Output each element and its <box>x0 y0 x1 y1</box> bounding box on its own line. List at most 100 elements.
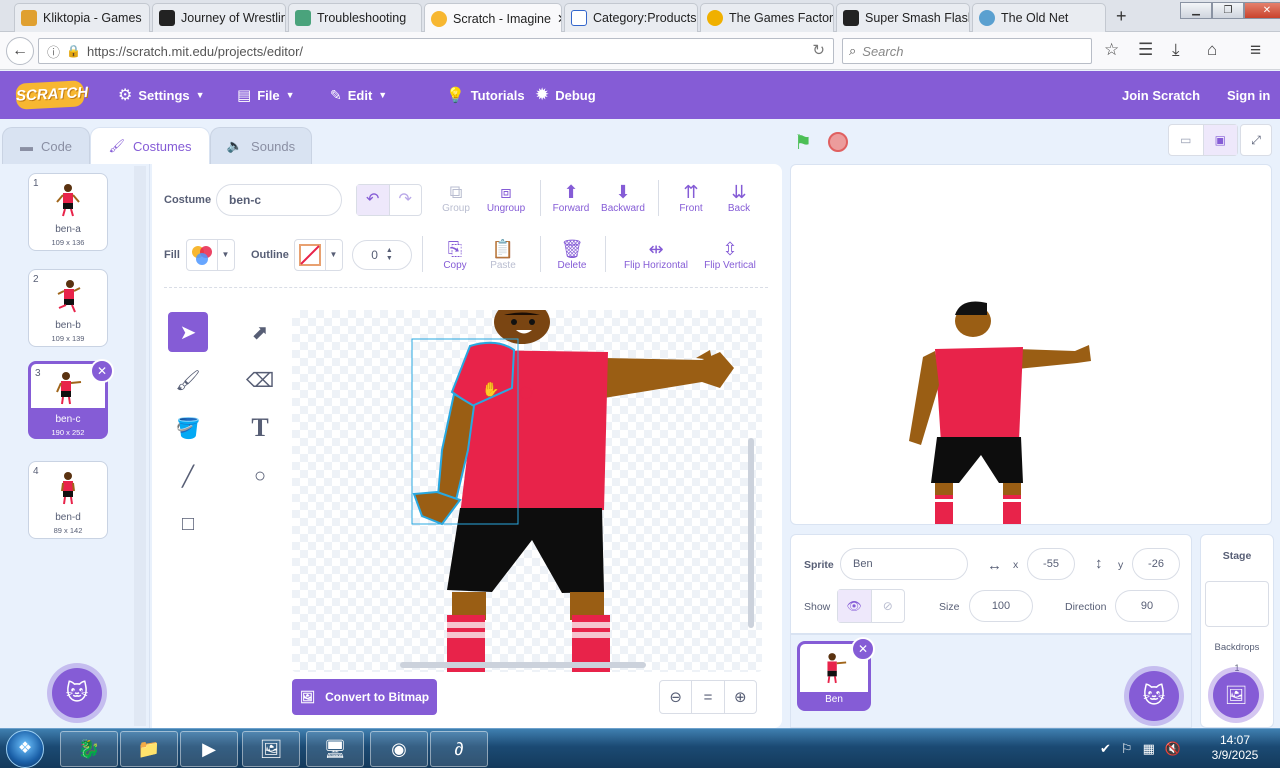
back-button[interactable]: ⇊ Back <box>709 181 769 214</box>
sprite-name-input[interactable]: Ben <box>840 548 968 580</box>
taskbar-control-panel[interactable]: 🖥 <box>306 731 364 767</box>
taskbar-media-player[interactable]: ▶ <box>180 731 238 767</box>
browser-tab[interactable]: Kliktopia - Games <box>14 3 150 32</box>
search-bar[interactable]: ⌕ Search <box>842 38 1092 64</box>
file-menu[interactable]: ▤ File ▼ <box>237 71 295 119</box>
search-input[interactable]: Search <box>862 44 903 59</box>
paste-button[interactable]: 📋 Paste <box>473 238 533 271</box>
paint-canvas[interactable]: ✋ <box>292 310 762 672</box>
show-eye-icon[interactable]: 👁 <box>838 590 872 622</box>
rectangle-tool[interactable]: □ <box>168 504 208 544</box>
delete-sprite-icon[interactable]: ✕ <box>851 637 875 661</box>
scratch-logo[interactable]: SCRATCH <box>15 80 89 110</box>
network-icon[interactable]: ▦ <box>1143 741 1155 757</box>
y-input[interactable]: -26 <box>1132 548 1180 580</box>
browser-tab[interactable]: Category:Products - C <box>564 3 698 32</box>
settings-menu[interactable]: ⚙ Settings ▼ <box>118 71 205 119</box>
debug-button[interactable]: ✹ Debug <box>535 71 596 119</box>
stage-selector-panel[interactable]: Stage Backdrops 1 🖼 <box>1200 534 1274 728</box>
redo-icon[interactable]: ↷ <box>390 185 422 215</box>
zoom-in-icon[interactable]: ⊕ <box>725 681 756 713</box>
choose-costume-button[interactable]: 🐱 <box>52 668 102 718</box>
large-stage-icon[interactable]: ▣ <box>1203 125 1237 155</box>
stage-canvas[interactable] <box>790 164 1272 525</box>
flag-icon[interactable]: ⚐ <box>1121 741 1133 757</box>
url-bar[interactable]: ⓘ 🔒 https://scratch.mit.edu/projects/edi… <box>38 38 834 64</box>
taskbar-game[interactable]: ◉ <box>370 731 428 767</box>
select-tool[interactable]: ➤ <box>168 312 208 352</box>
costume-list-scrollbar[interactable] <box>134 166 146 726</box>
join-scratch-link[interactable]: Join Scratch <box>1122 71 1200 119</box>
reshape-tool[interactable]: ⬈ <box>240 312 280 352</box>
browser-tab[interactable]: Troubleshooting <box>288 3 422 32</box>
costume-name-input[interactable]: ben-c <box>216 184 342 216</box>
browser-tab[interactable]: Journey of Wrestling <box>152 3 286 32</box>
taskbar-explorer[interactable]: 📁 <box>120 731 178 767</box>
fullscreen-icon[interactable]: ⤢ <box>1240 124 1272 156</box>
browser-tab-active[interactable]: Scratch - Imagine✕ <box>424 3 562 33</box>
costume-item[interactable]: 2 ben-b 109 x 139 <box>28 269 108 347</box>
costume-item[interactable]: 1 ben-a 109 x 136 <box>28 173 108 251</box>
system-clock[interactable]: 14:07 3/9/2025 <box>1200 733 1270 763</box>
fill-color-picker[interactable]: ▼ <box>186 239 235 271</box>
convert-to-bitmap-button[interactable]: 🖼 Convert to Bitmap <box>292 679 437 715</box>
outline-width-input[interactable]: 0 ▲ ▼ <box>352 240 412 270</box>
close-tab-icon[interactable]: ✕ <box>557 11 561 26</box>
eraser-tool[interactable]: ⌫ <box>240 360 280 400</box>
x-input[interactable]: -55 <box>1027 548 1075 580</box>
backward-button[interactable]: ⬇ Backward <box>593 181 653 214</box>
size-input[interactable]: 100 <box>969 590 1033 622</box>
menu-icon[interactable]: ≡ <box>1250 40 1261 62</box>
downloads-icon[interactable]: ⤓ <box>1172 40 1180 60</box>
home-icon[interactable]: ⌂ <box>1207 40 1217 60</box>
bookmark-star-icon[interactable]: ☆ <box>1104 40 1119 60</box>
stop-icon[interactable] <box>828 132 848 152</box>
url-text[interactable]: https://scratch.mit.edu/projects/editor/ <box>87 44 303 59</box>
minimize-button[interactable]: ▁ <box>1180 2 1212 19</box>
window-close-button[interactable]: ✕ <box>1244 2 1280 19</box>
taskbar-app-active[interactable]: ∂ <box>430 731 488 767</box>
tab-sounds[interactable]: 🔈 Sounds <box>210 127 312 164</box>
taskbar-app[interactable]: 🐉 <box>60 731 118 767</box>
bookmarks-list-icon[interactable]: ☰ <box>1138 40 1153 60</box>
small-stage-icon[interactable]: ▭ <box>1169 125 1204 155</box>
delete-button[interactable]: 🗑 Delete <box>542 238 602 271</box>
start-button[interactable]: ❖ <box>6 730 44 768</box>
edit-menu[interactable]: ✎ Edit ▼ <box>330 71 387 119</box>
choose-sprite-button[interactable]: 🐱 <box>1129 671 1179 721</box>
direction-input[interactable]: 90 <box>1115 590 1179 622</box>
flip-vertical-button[interactable]: ⇳ Flip Vertical <box>697 238 763 271</box>
maximize-button[interactable]: ❐ <box>1212 2 1244 19</box>
browser-tab[interactable]: Super Smash Flash <box>836 3 970 32</box>
forward-button[interactable]: ⬆ Forward <box>541 181 601 214</box>
stepper-icon[interactable]: ▲ ▼ <box>386 247 393 263</box>
ungroup-button[interactable]: ⧈ Ungroup <box>476 181 536 214</box>
tab-costumes[interactable]: 🖌 Costumes <box>90 127 210 164</box>
hide-eye-icon[interactable]: ⊘ <box>872 590 905 622</box>
back-arrow-icon[interactable]: ← <box>6 37 34 65</box>
taskbar-photos[interactable]: 🖼 <box>242 731 300 767</box>
tutorials-button[interactable]: 💡 Tutorials <box>446 71 525 119</box>
choose-backdrop-button[interactable]: 🖼 <box>1213 672 1259 718</box>
info-icon[interactable]: ⓘ <box>47 42 60 61</box>
brush-tool[interactable]: 🖌 <box>168 360 208 400</box>
sign-in-link[interactable]: Sign in <box>1227 71 1270 119</box>
fill-tool[interactable]: 🪣 <box>168 408 208 448</box>
reload-icon[interactable]: ↻ <box>812 41 825 59</box>
undo-icon[interactable]: ↶ <box>357 185 390 215</box>
zoom-out-icon[interactable]: ⊖ <box>660 681 693 713</box>
delete-costume-icon[interactable]: ✕ <box>90 359 114 383</box>
text-tool[interactable]: T <box>240 408 280 448</box>
volume-muted-icon[interactable]: 🔇 <box>1165 741 1181 757</box>
line-tool[interactable]: ╱ <box>168 456 208 496</box>
tab-code[interactable]: ▬ Code <box>2 127 90 164</box>
zoom-reset-button[interactable]: = <box>692 681 725 713</box>
flip-horizontal-button[interactable]: ⇹ Flip Horizontal <box>616 238 696 271</box>
browser-tab[interactable]: The Old Net <box>972 3 1106 32</box>
new-tab-button[interactable]: + <box>1116 6 1127 27</box>
action-center-icon[interactable]: ✔ <box>1100 741 1111 757</box>
outline-color-picker[interactable]: ▼ <box>294 239 343 271</box>
costume-item[interactable]: 4 ben-d 89 x 142 <box>28 461 108 539</box>
green-flag-icon[interactable]: ⚑ <box>794 130 812 155</box>
circle-tool[interactable]: ○ <box>240 456 280 496</box>
